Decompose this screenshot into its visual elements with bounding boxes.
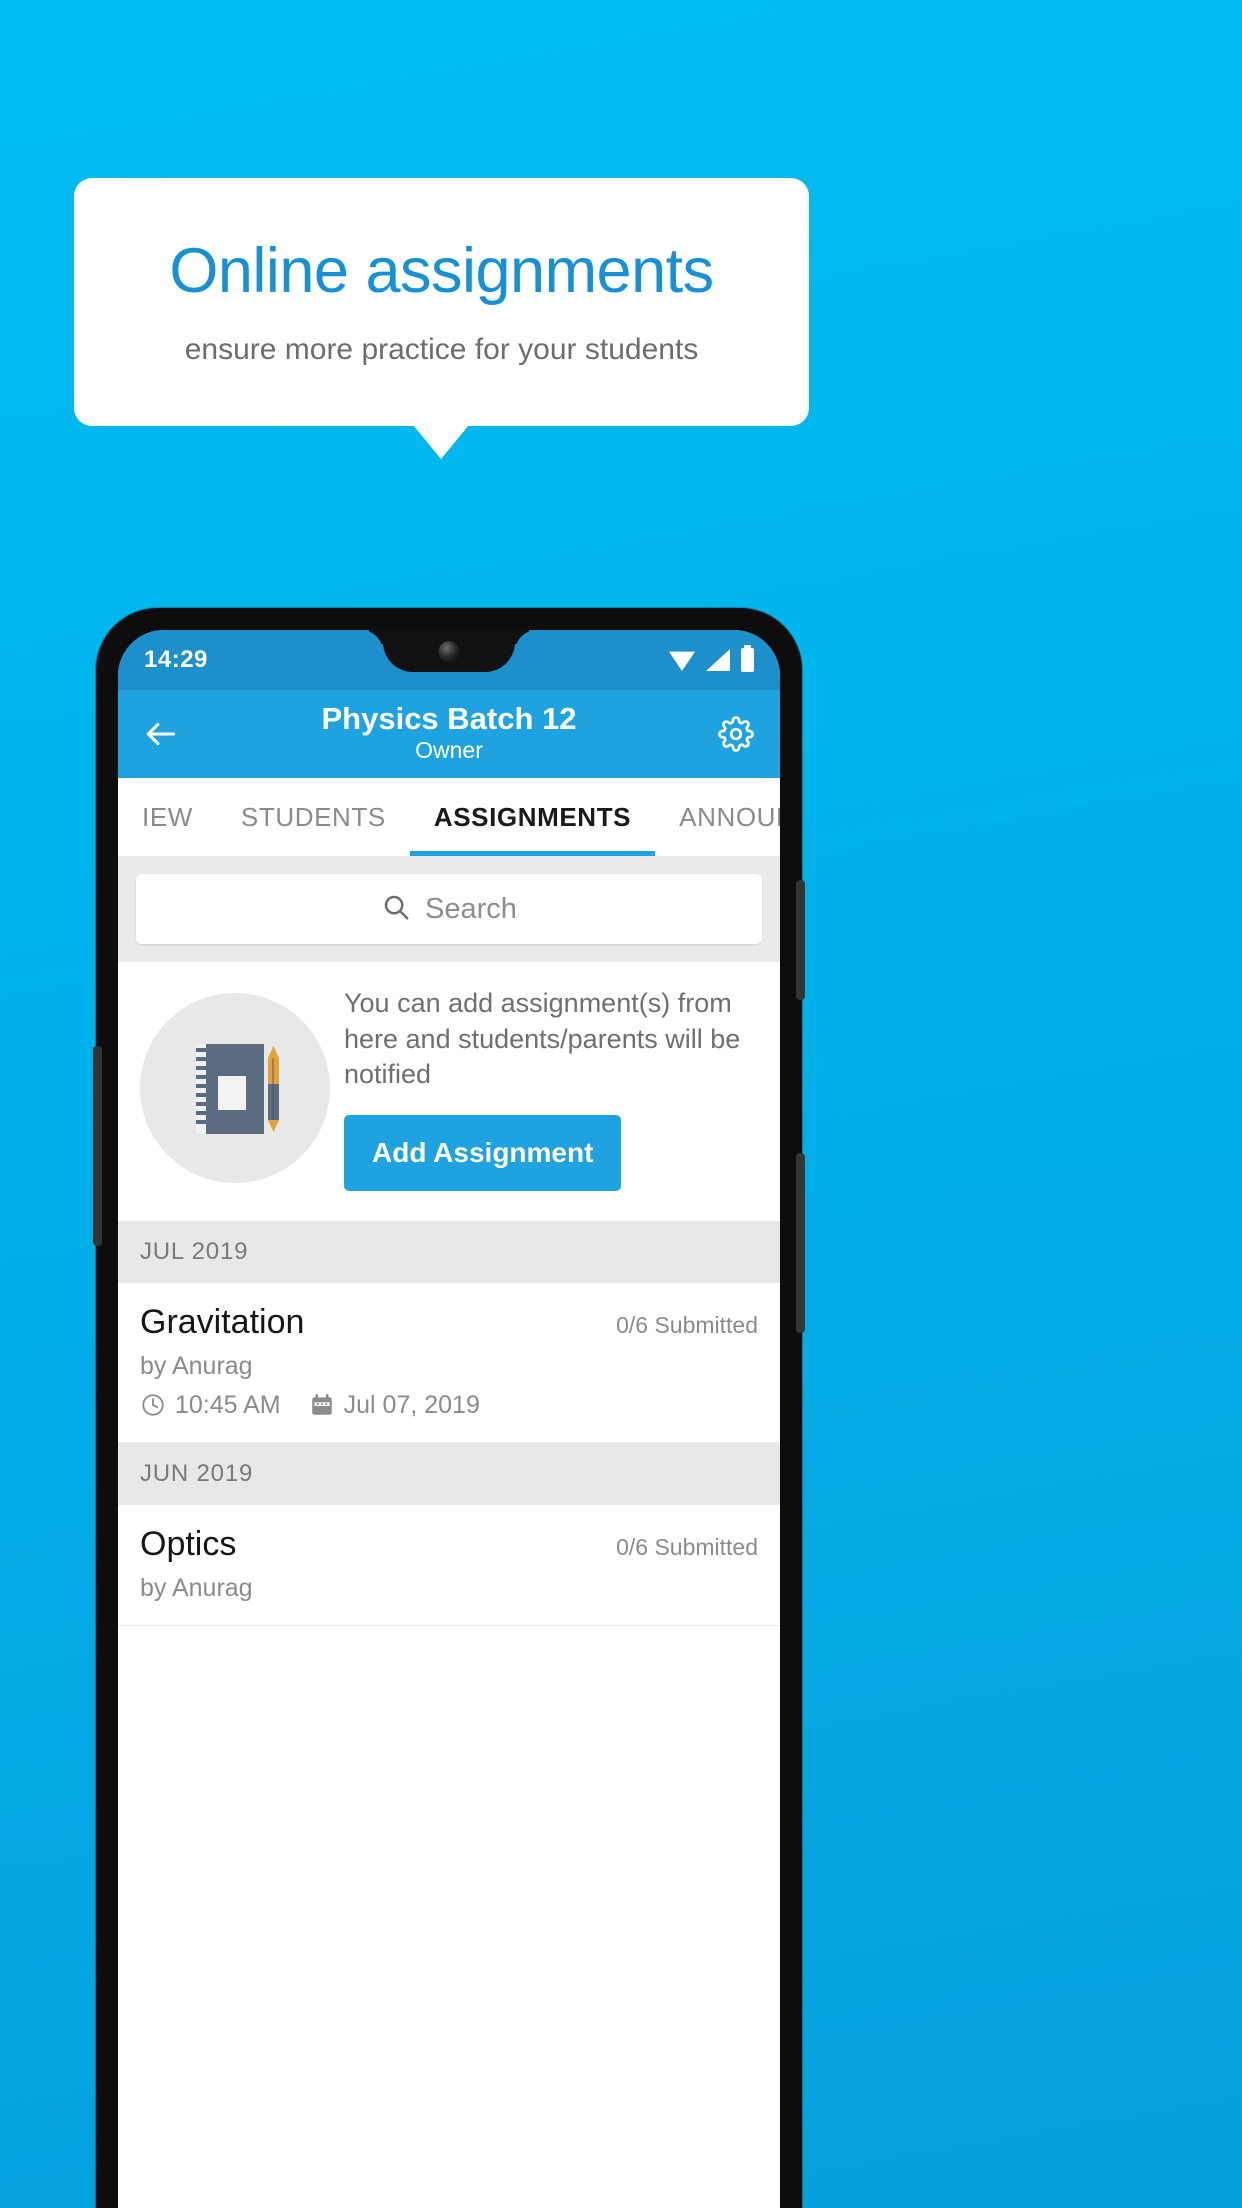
status-bar-icons (669, 645, 754, 672)
calendar-icon (309, 1392, 335, 1418)
empty-state-message: You can add assignment(s) from here and … (344, 988, 741, 1090)
assignment-row-header: Gravitation 0/6 Submitted (140, 1303, 758, 1342)
tab-students[interactable]: STUDENTS (217, 778, 410, 856)
signal-icon (706, 649, 730, 671)
search-icon (381, 892, 411, 927)
front-camera-icon (438, 641, 460, 663)
assignment-title: Optics (140, 1524, 237, 1563)
promo-bubble-tail (413, 425, 469, 459)
phone-mockup: 14:29 Physics Batch 12 Owner IEW STUDENT… (93, 608, 805, 2208)
tab-active-indicator (410, 851, 655, 856)
add-assignment-button[interactable]: Add Assignment (344, 1114, 622, 1191)
phone-bezel: 14:29 Physics Batch 12 Owner IEW STUDENT… (118, 630, 780, 2208)
empty-state-card: You can add assignment(s) from here and … (118, 962, 780, 1221)
clock-icon (140, 1392, 166, 1418)
back-arrow-icon[interactable] (140, 713, 182, 755)
gear-icon[interactable] (714, 712, 758, 756)
battery-icon (741, 645, 754, 672)
search-input[interactable]: Search (136, 874, 762, 944)
month-header-jul: JUL 2019 (118, 1220, 780, 1283)
phone-side-button-left[interactable] (93, 1046, 102, 1246)
status-badge: 0/6 Submitted (616, 1533, 758, 1560)
phone-volume-button[interactable] (796, 1153, 805, 1333)
promo-subtitle: ensure more practice for your students (184, 332, 699, 366)
status-bar-time: 14:29 (144, 646, 208, 673)
tab-assignments[interactable]: ASSIGNMENTS (410, 778, 655, 856)
tab-bar: IEW STUDENTS ASSIGNMENTS ANNOUNCEM (118, 778, 780, 856)
assignment-row-header: Optics 0/6 Submitted (140, 1525, 758, 1564)
app-bar: Physics Batch 12 Owner (118, 690, 780, 778)
status-bar: 14:29 (118, 630, 780, 690)
table-row[interactable]: Gravitation 0/6 Submitted by Anurag 10:4… (118, 1282, 780, 1443)
assignment-date: Jul 07, 2019 (343, 1390, 480, 1419)
app-bar-titles: Physics Batch 12 Owner (118, 700, 780, 767)
search-placeholder: Search (425, 892, 517, 925)
status-badge: 0/6 Submitted (616, 1311, 758, 1338)
phone-screen: 14:29 Physics Batch 12 Owner IEW STUDENT… (118, 630, 780, 2208)
phone-power-button[interactable] (796, 880, 805, 1000)
search-bar-container: Search (118, 856, 780, 962)
wifi-icon (669, 651, 695, 671)
empty-state-content: You can add assignment(s) from here and … (344, 986, 758, 1191)
promo-title: Online assignments (169, 236, 714, 307)
assignment-title: Gravitation (140, 1302, 305, 1341)
assignment-time: 10:45 AM (175, 1390, 281, 1419)
assignment-author: by Anurag (140, 1573, 253, 1602)
page-title: Physics Batch 12 (321, 700, 577, 736)
tab-overview[interactable]: IEW (118, 778, 217, 856)
month-header-jun: JUN 2019 (118, 1442, 780, 1505)
notebook-and-pen-icon (140, 993, 330, 1184)
tab-announcements[interactable]: ANNOUNCEM (655, 778, 780, 856)
promo-bubble: Online assignments ensure more practice … (74, 178, 809, 426)
display-notch (383, 630, 515, 672)
page-subtitle: Owner (415, 737, 483, 764)
table-row[interactable]: Optics 0/6 Submitted by Anurag (118, 1504, 780, 1626)
assignment-meta: 10:45 AM Jul 07, 2019 (140, 1391, 758, 1420)
assignment-author: by Anurag (140, 1351, 253, 1380)
